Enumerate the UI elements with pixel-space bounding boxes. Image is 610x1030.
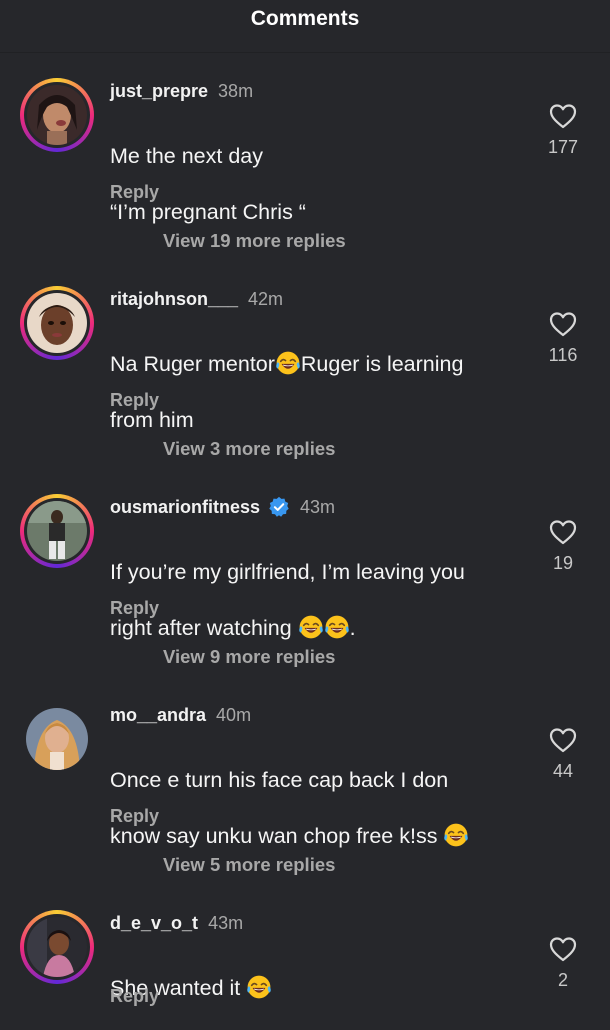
- view-replies-button[interactable]: View 5 more replies: [163, 854, 335, 876]
- comment-time: 43m: [208, 912, 244, 933]
- avatar-container[interactable]: [20, 702, 94, 776]
- comment-text-segment: Na Ruger mentor: [110, 352, 275, 376]
- laughing-emoji-icon: [443, 822, 469, 848]
- reply-button[interactable]: Reply: [110, 390, 159, 411]
- like-group: 2: [538, 936, 588, 991]
- view-replies-button[interactable]: View 3 more replies: [163, 438, 335, 460]
- avatar-story-ring[interactable]: [20, 78, 94, 152]
- like-count: 177: [547, 137, 579, 157]
- view-replies-button[interactable]: View 9 more replies: [163, 646, 335, 668]
- username[interactable]: just_prepre: [110, 81, 208, 102]
- heart-icon[interactable]: [549, 103, 577, 129]
- reply-button[interactable]: Reply: [110, 598, 159, 619]
- laughing-emoji-icon: [324, 614, 350, 640]
- avatar[interactable]: [27, 293, 87, 353]
- comment-time: 40m: [216, 704, 252, 725]
- avatar-story-ring[interactable]: [20, 494, 94, 568]
- comment-text-segment: right after watching: [110, 616, 292, 640]
- reply-button[interactable]: Reply: [110, 986, 159, 1007]
- avatar[interactable]: [27, 501, 87, 561]
- heart-icon[interactable]: [549, 727, 577, 753]
- avatar-story-ring[interactable]: [20, 910, 94, 984]
- avatar[interactable]: [27, 917, 87, 977]
- laughing-emoji-icon: [246, 974, 272, 1000]
- username[interactable]: ritajohnson___: [110, 289, 238, 310]
- heart-icon[interactable]: [549, 519, 577, 545]
- like-count: 19: [552, 553, 574, 573]
- comment-text-line: Me the next day: [110, 144, 263, 168]
- page-title: Comments: [250, 7, 360, 30]
- like-group: 19: [538, 519, 588, 574]
- comment-time: 38m: [218, 80, 254, 101]
- username[interactable]: d_e_v_o_t: [110, 913, 198, 934]
- like-group: 177: [538, 103, 588, 158]
- like-count: 44: [552, 761, 574, 781]
- reply-button[interactable]: Reply: [110, 806, 159, 827]
- avatar[interactable]: [26, 708, 88, 770]
- username[interactable]: ousmarionfitness: [110, 497, 260, 518]
- comment-time: 43m: [300, 496, 336, 517]
- comment-text-line: If you’re my girlfriend, I’m leaving you: [110, 560, 465, 584]
- comment-text-line: from him: [110, 408, 194, 432]
- laughing-emoji-icon: [275, 350, 301, 376]
- comment-text-line: “I’m pregnant Chris “: [110, 200, 306, 224]
- like-count: 2: [557, 970, 568, 990]
- comment-text: She wanted it: [110, 946, 530, 1030]
- reply-button[interactable]: Reply: [110, 182, 159, 203]
- comment-text-segment: know say unku wan chop free k!ss: [110, 824, 438, 848]
- heart-icon[interactable]: [549, 936, 577, 962]
- comment-text-segment: Ruger is learning: [300, 352, 464, 376]
- username[interactable]: mo__andra: [110, 705, 206, 726]
- heart-icon[interactable]: [549, 311, 577, 337]
- like-count: 116: [548, 345, 578, 365]
- avatar[interactable]: [27, 85, 87, 145]
- comment-text-line: Once e turn his face cap back I don: [110, 768, 449, 792]
- comments-header: Comments: [0, 0, 610, 53]
- laughing-emoji-icon: [298, 614, 324, 640]
- view-replies-button[interactable]: View 19 more replies: [163, 230, 346, 252]
- comment-time: 42m: [248, 288, 284, 309]
- avatar-story-ring[interactable]: [20, 286, 94, 360]
- like-group: 44: [538, 727, 588, 782]
- comment-text-segment: .: [349, 616, 356, 640]
- like-group: 116: [538, 311, 588, 366]
- verified-badge-icon: [269, 496, 289, 517]
